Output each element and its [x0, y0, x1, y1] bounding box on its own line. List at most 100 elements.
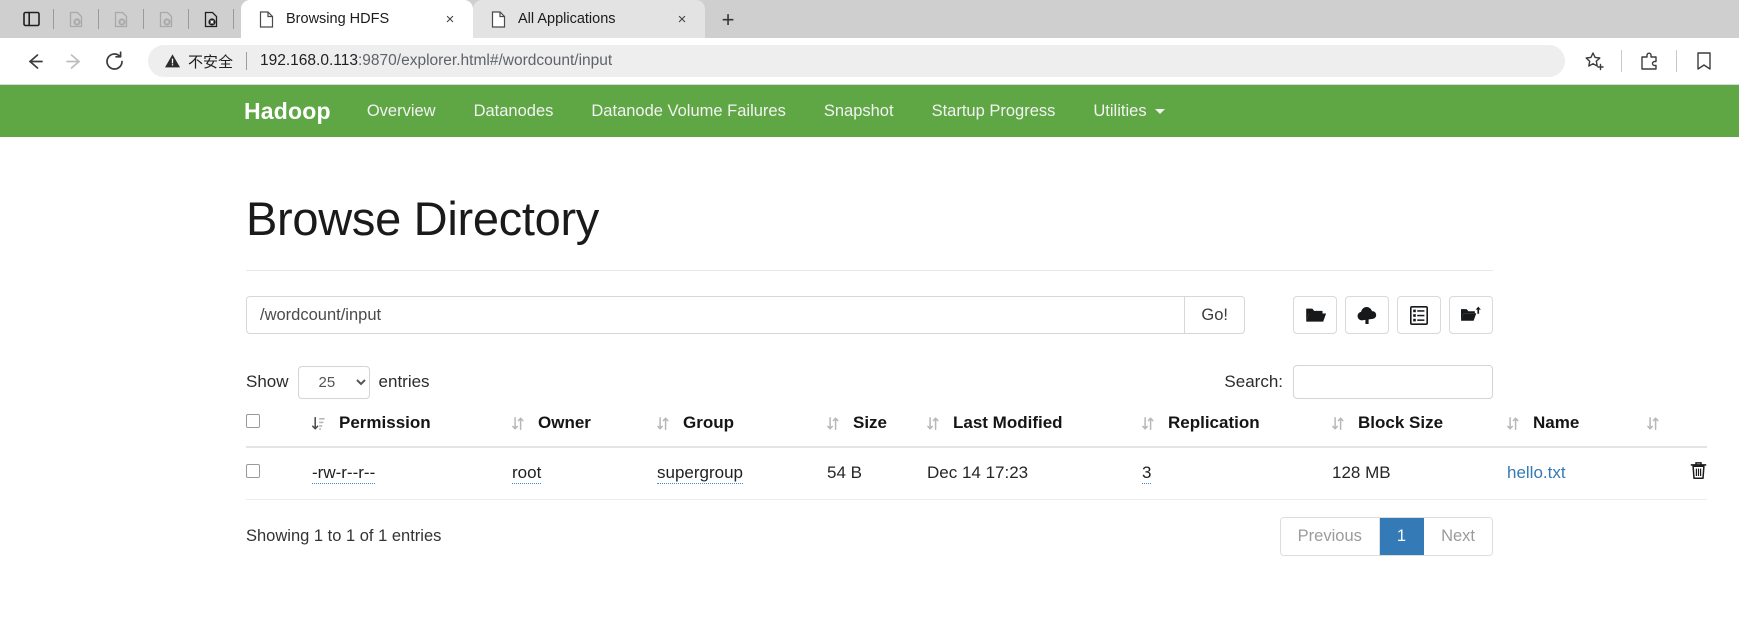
new-tab-button[interactable]: +: [713, 5, 743, 35]
browser-tab-strip: Browsing HDFS × All Applications × +: [0, 0, 1739, 38]
th-select-all: [246, 413, 312, 447]
nav-link-utilities[interactable]: Utilities: [1093, 102, 1164, 121]
th-last-modified[interactable]: Last Modified: [927, 413, 1142, 447]
new-directory-icon[interactable]: [1293, 296, 1337, 334]
th-block-size-label: Block Size: [1358, 413, 1443, 433]
collections-icon[interactable]: [1683, 41, 1725, 81]
extensions-icon[interactable]: [1628, 41, 1670, 81]
cell-actions: [1647, 447, 1707, 500]
close-icon[interactable]: ×: [439, 8, 461, 30]
page-blocked-icon[interactable]: [106, 0, 136, 38]
th-size-label: Size: [853, 413, 887, 433]
omnibox-divider: [246, 52, 247, 70]
nav-link-startup-progress[interactable]: Startup Progress: [932, 102, 1056, 121]
entries-label: entries: [379, 372, 430, 392]
toolbar-divider: [1621, 50, 1622, 72]
pagination-previous[interactable]: Previous: [1281, 518, 1380, 555]
th-actions[interactable]: [1647, 413, 1707, 447]
owner-link[interactable]: root: [512, 463, 541, 484]
sort-both-icon: [1332, 416, 1344, 431]
content-container: Browse Directory Go!: [246, 191, 1493, 556]
th-owner-label: Owner: [538, 413, 591, 433]
th-size[interactable]: Size: [827, 413, 927, 447]
page-icon: [489, 10, 507, 28]
th-group[interactable]: Group: [657, 413, 827, 447]
go-button[interactable]: Go!: [1184, 296, 1245, 334]
search-input[interactable]: [1293, 365, 1493, 399]
cell-block-size: 128 MB: [1332, 447, 1507, 500]
close-icon[interactable]: ×: [671, 8, 693, 30]
permission-link[interactable]: -rw-r--r--: [312, 463, 375, 484]
tab-title: Browsing HDFS: [286, 11, 431, 27]
group-link[interactable]: supergroup: [657, 463, 743, 484]
row-checkbox[interactable]: [246, 464, 260, 478]
directory-tools: [1293, 296, 1493, 334]
sort-both-icon: [927, 416, 939, 431]
cut-paste-icon[interactable]: [1449, 296, 1493, 334]
sort-both-icon: [512, 416, 524, 431]
upload-files-icon[interactable]: [1345, 296, 1389, 334]
nav-link-snapshot[interactable]: Snapshot: [824, 102, 894, 121]
address-url: 192.168.0.113:9870/explorer.html#/wordco…: [260, 52, 612, 70]
show-label: Show: [246, 372, 289, 392]
files-table-head: Permission Owner: [246, 413, 1707, 447]
path-input-group: Go!: [246, 296, 1245, 334]
th-replication[interactable]: Replication: [1142, 413, 1332, 447]
th-permission-label: Permission: [339, 413, 431, 433]
page-content: Browse Directory Go!: [0, 191, 1739, 556]
sort-both-icon: [1507, 416, 1519, 431]
tab-browsing-hdfs[interactable]: Browsing HDFS ×: [241, 0, 473, 38]
pagination-next[interactable]: Next: [1424, 518, 1492, 555]
hadoop-brand[interactable]: Hadoop: [244, 98, 331, 125]
pagination-page-1[interactable]: 1: [1380, 518, 1424, 555]
select-all-checkbox[interactable]: [246, 414, 260, 428]
datatable-footer: Showing 1 to 1 of 1 entries Previous 1 N…: [246, 517, 1493, 556]
url-path: :9870/explorer.html#/wordcount/input: [358, 52, 612, 69]
nav-link-utilities-label: Utilities: [1093, 102, 1146, 121]
tab-all-applications[interactable]: All Applications ×: [473, 0, 705, 38]
title-divider: [246, 270, 1493, 271]
chevron-down-icon: [1155, 109, 1165, 114]
nav-link-datanodes[interactable]: Datanodes: [474, 102, 554, 121]
nav-link-datanode-volume-failures[interactable]: Datanode Volume Failures: [591, 102, 785, 121]
path-input[interactable]: [246, 296, 1184, 334]
reload-icon[interactable]: [94, 41, 134, 81]
th-replication-label: Replication: [1168, 413, 1260, 433]
trash-icon[interactable]: [1690, 465, 1707, 484]
th-permission[interactable]: Permission: [312, 413, 512, 447]
sort-both-icon: [827, 416, 839, 431]
not-secure-warning[interactable]: 不安全: [164, 51, 233, 72]
replication-link[interactable]: 3: [1142, 463, 1151, 484]
table-row: -rw-r--r-- root supergroup 54 B Dec 14 1…: [246, 447, 1707, 500]
page-blocked-icon[interactable]: [196, 0, 226, 38]
warning-triangle-icon: [164, 53, 181, 69]
file-name-link[interactable]: hello.txt: [1507, 463, 1566, 482]
search-control: Search:: [1224, 365, 1493, 399]
snapshot-list-icon[interactable]: [1397, 296, 1441, 334]
favorite-icon[interactable]: [1573, 41, 1615, 81]
sort-both-icon: [1142, 416, 1154, 431]
th-block-size[interactable]: Block Size: [1332, 413, 1507, 447]
page-icon: [257, 10, 275, 28]
page-length-select[interactable]: 25 50 100: [298, 366, 370, 399]
datatable-controls: Show 25 50 100 entries Search:: [246, 365, 1493, 399]
page-blocked-icon[interactable]: [61, 0, 91, 38]
browser-address-bar: 不安全 192.168.0.113:9870/explorer.html#/wo…: [0, 38, 1739, 85]
path-toolbar: Go!: [246, 296, 1493, 334]
tab-divider: [188, 9, 189, 29]
sidebar-panel-icon[interactable]: [16, 0, 46, 38]
nav-link-overview[interactable]: Overview: [367, 102, 436, 121]
hadoop-navbar: Hadoop Overview Datanodes Datanode Volum…: [0, 85, 1739, 137]
page-blocked-icon[interactable]: [151, 0, 181, 38]
th-owner[interactable]: Owner: [512, 413, 657, 447]
tab-divider: [98, 9, 99, 29]
back-icon[interactable]: [14, 41, 54, 81]
th-name[interactable]: Name: [1507, 413, 1647, 447]
cell-size: 54 B: [827, 447, 927, 500]
address-input[interactable]: 不安全 192.168.0.113:9870/explorer.html#/wo…: [148, 45, 1565, 77]
cell-owner: root: [512, 447, 657, 500]
page-length-control: Show 25 50 100 entries: [246, 366, 430, 399]
collapsed-tab-group: [0, 0, 241, 38]
th-name-label: Name: [1533, 413, 1579, 433]
files-table-body: -rw-r--r-- root supergroup 54 B Dec 14 1…: [246, 447, 1707, 500]
